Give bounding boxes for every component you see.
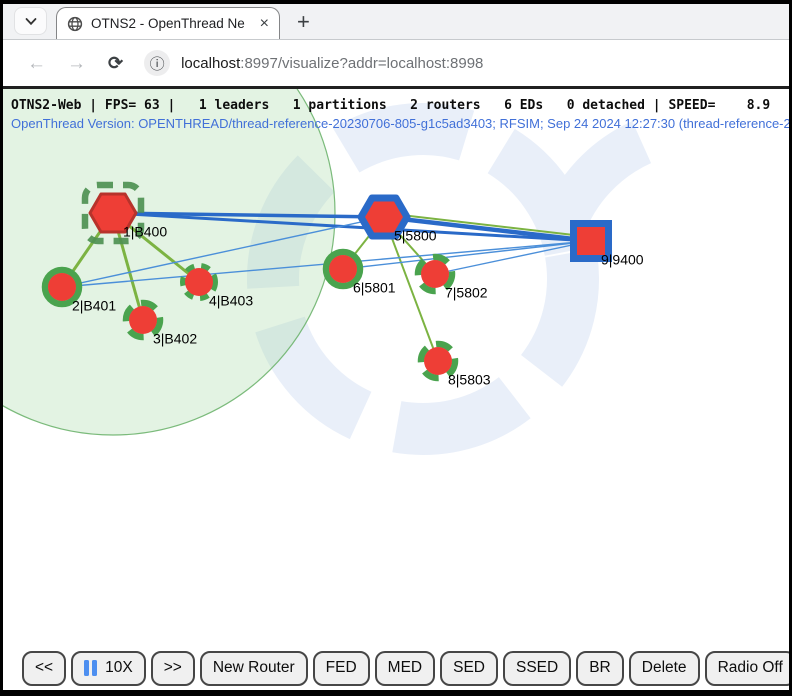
status-bar: OTNS2-Web | FPS= 63 | 1 leaders 1 partit… xyxy=(11,98,770,113)
tab-strip: OTNS2 - OpenThread Ne × + xyxy=(3,4,789,40)
button-label: SED xyxy=(453,659,485,677)
navigation-bar: ← → ⟳ ⓘ localhost:8997/visualize?addr=lo… xyxy=(3,40,789,86)
forward-icon[interactable]: → xyxy=(67,54,86,73)
tab-title: OTNS2 - OpenThread Ne xyxy=(91,16,252,31)
tab-search-button[interactable] xyxy=(14,7,47,35)
openthread-version-text: OpenThread Version: OPENTHREAD/thread-re… xyxy=(11,116,789,131)
button-label: << xyxy=(35,659,53,677)
new-br-button[interactable]: BR xyxy=(576,651,624,686)
new-med-button[interactable]: MED xyxy=(375,651,435,686)
speed-up-button[interactable]: >> xyxy=(151,651,195,686)
button-label: Radio Off xyxy=(718,659,783,677)
node-label-5: 5|5800 xyxy=(394,227,437,243)
node-label-1: 1|B400 xyxy=(123,223,167,239)
button-label: SSED xyxy=(516,659,558,677)
network-canvas[interactable]: 1|B400 2|B401 3|B402 4|B403 5|5800 6|5801 7|58… xyxy=(3,89,789,646)
address-bar[interactable]: localhost:8997/visualize?addr=localhost:… xyxy=(181,55,483,72)
button-label: Delete xyxy=(642,659,687,677)
browser-window: OTNS2 - OpenThread Ne × + ← → ⟳ ⓘ localh… xyxy=(0,0,792,696)
url-path: :8997/visualize?addr=localhost:8998 xyxy=(240,55,483,72)
node-label-9: 9|9400 xyxy=(601,251,644,267)
node-label-8: 8|5803 xyxy=(448,371,491,387)
pause-speed-button[interactable]: 10X xyxy=(71,651,146,686)
button-label: 10X xyxy=(105,659,133,677)
tab-otns2[interactable]: OTNS2 - OpenThread Ne × xyxy=(56,7,280,39)
site-info-icon[interactable]: ⓘ xyxy=(144,50,170,76)
node-label-2: 2|B401 xyxy=(72,297,116,313)
new-tab-button[interactable]: + xyxy=(297,11,310,33)
button-label: MED xyxy=(388,659,422,677)
button-label: >> xyxy=(164,659,182,677)
button-label: New Router xyxy=(213,659,295,677)
node-label-6: 6|5801 xyxy=(353,279,396,295)
url-host: localhost xyxy=(181,55,240,72)
node-label-3: 3|B402 xyxy=(153,330,197,346)
new-router-button[interactable]: New Router xyxy=(200,651,308,686)
button-label: BR xyxy=(589,659,611,677)
globe-icon xyxy=(67,16,83,32)
new-fed-button[interactable]: FED xyxy=(313,651,370,686)
action-toolbar: << 10X >> New Router FED MED SED SSED BR Delete Ra… xyxy=(3,646,789,690)
button-label: FED xyxy=(326,659,357,677)
chevron-down-icon xyxy=(25,17,37,26)
node-label-4: 4|B403 xyxy=(209,292,253,308)
pause-icon xyxy=(92,660,97,676)
new-sed-button[interactable]: SED xyxy=(440,651,498,686)
speed-down-button[interactable]: << xyxy=(22,651,66,686)
reload-icon[interactable]: ⟳ xyxy=(108,54,123,72)
pause-icon xyxy=(84,660,89,676)
back-icon[interactable]: ← xyxy=(27,54,46,73)
tab-close-icon[interactable]: × xyxy=(260,16,269,32)
new-ssed-button[interactable]: SSED xyxy=(503,651,571,686)
node-label-7: 7|5802 xyxy=(445,284,488,300)
simulation-canvas: OTNS2-Web | FPS= 63 | 1 leaders 1 partit… xyxy=(3,89,789,646)
radio-off-button[interactable]: Radio Off xyxy=(705,651,789,686)
delete-button[interactable]: Delete xyxy=(629,651,700,686)
